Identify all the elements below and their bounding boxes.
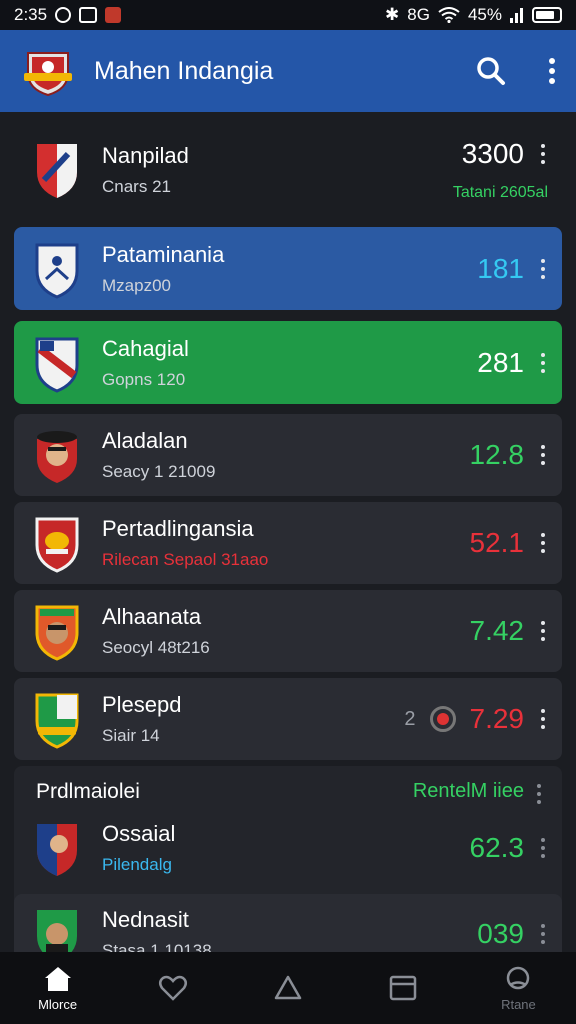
nav-activity[interactable] xyxy=(230,952,345,1024)
team-name: Ossaial xyxy=(102,821,176,846)
nav-home-label: Mlorce xyxy=(38,996,78,1012)
row-menu-icon[interactable] xyxy=(538,445,548,465)
nav-profile-label: Rtane xyxy=(501,996,536,1012)
row-menu-icon[interactable] xyxy=(538,924,548,944)
home-icon xyxy=(44,966,71,991)
team-score: 7.42 xyxy=(469,615,525,646)
row-menu-icon[interactable] xyxy=(538,144,548,164)
app-logo xyxy=(24,52,72,97)
more-vert-icon xyxy=(549,58,555,84)
status-time: 2:35 xyxy=(14,5,48,24)
team-name: Nednasit xyxy=(102,907,189,932)
team-subtitle: Gopns 120 xyxy=(102,369,186,389)
row-menu-icon[interactable] xyxy=(538,838,548,858)
list-item[interactable]: Ossaial Pilendalg 62.3 xyxy=(14,808,562,888)
team-score: 62.3 xyxy=(469,832,525,863)
list-item[interactable]: Nanpilad Cnars 21 3300 Tatani 2605al xyxy=(14,116,562,224)
notification-icon xyxy=(55,7,72,23)
bottom-nav: Mlorce Rtane xyxy=(0,952,576,1024)
row-menu-icon[interactable] xyxy=(538,621,548,641)
team-subtitle: Stasa 1 10138 xyxy=(102,941,212,952)
list-item[interactable]: Cahagial Gopns 120 281 xyxy=(14,321,562,404)
team-badge: 2 xyxy=(404,707,416,730)
standings-list: Nanpilad Cnars 21 3300 Tatani 2605al Pat… xyxy=(0,112,576,952)
calendar-icon xyxy=(389,975,417,1001)
team-name: Aladalan xyxy=(102,428,188,453)
row-menu-icon[interactable] xyxy=(538,258,548,279)
row-menu-icon[interactable] xyxy=(538,352,548,373)
list-item[interactable]: Plesepd Siair 14 2 7.29 xyxy=(14,678,562,760)
team-score: 52.1 xyxy=(469,527,525,558)
status-bar: 2:35 ✱ 8G 45% xyxy=(0,0,576,30)
team-crest-icon xyxy=(37,824,77,876)
section-link[interactable]: RentelM iiee xyxy=(413,780,524,803)
team-crest-icon xyxy=(37,910,77,952)
app-title: Mahen Indangia xyxy=(94,56,274,85)
signal-icon xyxy=(510,8,523,23)
nav-home[interactable]: Mlorce xyxy=(0,952,115,1024)
network-type: 8G xyxy=(407,5,430,24)
list-item[interactable]: Pataminania Mzapz00 181 xyxy=(14,227,562,310)
profile-icon xyxy=(507,966,530,989)
team-score: 039 xyxy=(477,918,524,949)
shape-icon xyxy=(274,975,302,1000)
team-name: Nanpilad xyxy=(102,143,189,168)
team-score: 181 xyxy=(477,252,524,284)
search-icon xyxy=(477,57,505,85)
nav-schedule[interactable] xyxy=(346,952,461,1024)
team-subtitle: Siair 14 xyxy=(102,726,160,745)
list-item[interactable]: Pertadlingansia Rilecan Sepaol 31aao 52.… xyxy=(14,502,562,584)
section-menu-icon[interactable] xyxy=(534,784,544,804)
medal-icon[interactable] xyxy=(429,706,456,732)
list-item[interactable]: Alhaanata Seocyl 48t216 7.42 xyxy=(14,590,562,672)
team-name: Alhaanata xyxy=(102,604,202,629)
battery-percent: 45% xyxy=(467,5,502,24)
team-crest-icon xyxy=(37,144,77,198)
team-name: Plesepd xyxy=(102,692,182,717)
app-notification-icon xyxy=(105,7,122,23)
nav-profile[interactable]: Rtane xyxy=(461,952,576,1024)
team-crest-icon xyxy=(35,693,79,749)
team-crest-icon xyxy=(35,243,79,299)
team-score: 3300 xyxy=(461,138,524,169)
team-subtitle: Cnars 21 xyxy=(102,177,171,196)
team-subtitle: Pilendalg xyxy=(102,855,172,874)
team-score: 281 xyxy=(477,346,524,378)
wifi-icon xyxy=(438,7,460,23)
team-name: Pertadlingansia xyxy=(102,516,254,541)
list-item[interactable]: Nednasit Stasa 1 10138 039 xyxy=(14,894,562,952)
search-button[interactable] xyxy=(476,56,506,86)
team-subtitle: Mzapz00 xyxy=(102,275,171,295)
team-crest-icon xyxy=(37,431,77,483)
team-name: Pataminania xyxy=(102,241,225,267)
list-item[interactable]: Aladalan Seacy 1 21009 12.8 xyxy=(14,414,562,496)
team-crest-icon xyxy=(35,517,79,573)
bluetooth-icon: ✱ xyxy=(385,5,400,24)
team-subtitle: Seacy 1 21009 xyxy=(102,462,216,481)
team-crest-icon xyxy=(35,337,79,393)
team-tagline: Tatani 2605al xyxy=(452,184,548,201)
team-name: Cahagial xyxy=(102,335,189,361)
team-subtitle: Rilecan Sepaol 31aao xyxy=(102,550,269,569)
team-score: 12.8 xyxy=(469,439,525,470)
app-bar: Mahen Indangia xyxy=(0,30,576,112)
team-subtitle: Seocyl 48t216 xyxy=(102,638,210,657)
battery-icon xyxy=(532,7,562,23)
nav-favorites[interactable] xyxy=(115,952,230,1024)
row-menu-icon[interactable] xyxy=(538,533,548,553)
overflow-menu-button[interactable] xyxy=(548,57,556,85)
row-menu-icon[interactable] xyxy=(538,709,548,729)
heart-icon xyxy=(158,975,187,1001)
team-crest-icon xyxy=(35,605,79,661)
message-icon xyxy=(79,7,98,23)
team-score: 7.29 xyxy=(469,703,525,734)
section-title: Prdlmaiolei xyxy=(36,780,140,803)
